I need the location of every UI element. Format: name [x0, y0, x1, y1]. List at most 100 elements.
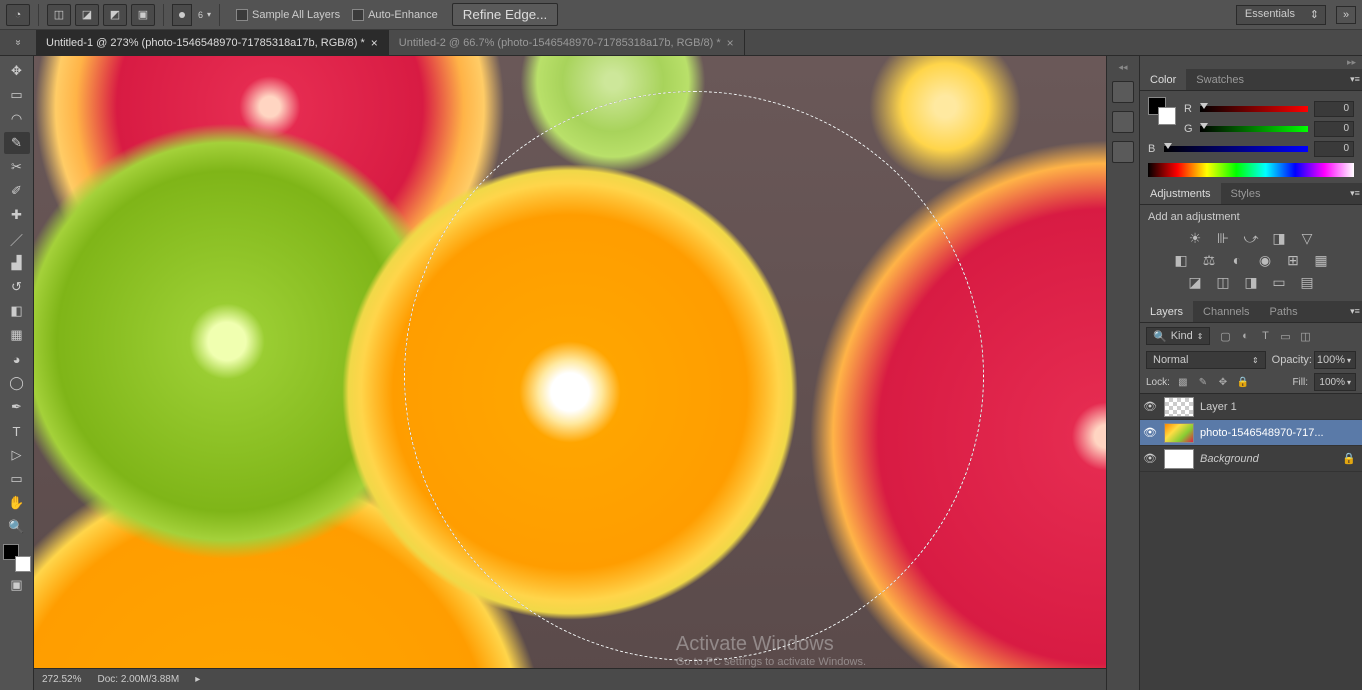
- document-tab-2[interactable]: Untitled-2 @ 66.7% (photo-1546548970-717…: [389, 30, 745, 55]
- selection-intersect-icon[interactable]: ▣: [131, 4, 155, 26]
- bw-icon[interactable]: ◐: [1227, 251, 1247, 269]
- brush-tool-icon[interactable]: ／: [4, 228, 30, 250]
- eyedropper-tool-icon[interactable]: ✐: [4, 180, 30, 202]
- panel-collapse-icon[interactable]: ▸▸: [1140, 56, 1362, 69]
- type-tool-icon[interactable]: T: [4, 420, 30, 442]
- stamp-tool-icon[interactable]: ▟: [4, 252, 30, 274]
- layer-name[interactable]: Layer 1: [1200, 401, 1360, 413]
- auto-enhance-checkbox[interactable]: Auto-Enhance: [352, 9, 438, 21]
- color-swatch-tool[interactable]: [3, 544, 31, 572]
- healing-tool-icon[interactable]: ✚: [4, 204, 30, 226]
- levels-icon[interactable]: ⊪: [1213, 229, 1233, 247]
- path-select-tool-icon[interactable]: ▷: [4, 444, 30, 466]
- blur-tool-icon[interactable]: ◕: [4, 348, 30, 370]
- workspace-switcher[interactable]: Essentials: [1236, 5, 1326, 25]
- sample-all-layers-checkbox[interactable]: Sample All Layers: [236, 9, 340, 21]
- gradient-tool-icon[interactable]: ▦: [4, 324, 30, 346]
- document-tab-1[interactable]: Untitled-1 @ 273% (photo-1546548970-7178…: [36, 30, 389, 55]
- selective-color-icon[interactable]: ▤: [1297, 273, 1317, 291]
- eraser-tool-icon[interactable]: ◧: [4, 300, 30, 322]
- layer-row[interactable]: 👁 photo-1546548970-717...: [1140, 420, 1362, 446]
- gradient-map-icon[interactable]: ▭: [1269, 273, 1289, 291]
- tab-color[interactable]: Color: [1140, 69, 1186, 90]
- visibility-icon[interactable]: 👁: [1142, 400, 1158, 413]
- visibility-icon[interactable]: 👁: [1142, 426, 1158, 439]
- selection-new-icon[interactable]: ◫: [47, 4, 71, 26]
- dock-collapse-icon[interactable]: ◂◂: [1118, 62, 1127, 73]
- tool-preset-icon[interactable]: ◔: [6, 4, 30, 26]
- tab-layers[interactable]: Layers: [1140, 301, 1193, 322]
- filter-type-icon[interactable]: T: [1258, 329, 1272, 343]
- lut-icon[interactable]: ▦: [1311, 251, 1331, 269]
- red-slider[interactable]: [1200, 104, 1308, 114]
- layer-thumb[interactable]: [1164, 397, 1194, 417]
- history-brush-tool-icon[interactable]: ↺: [4, 276, 30, 298]
- filter-smart-icon[interactable]: ◫: [1298, 329, 1312, 343]
- screen-mode-icon[interactable]: ▣: [4, 574, 30, 596]
- tab-adjustments[interactable]: Adjustments: [1140, 183, 1221, 204]
- history-panel-icon[interactable]: [1112, 81, 1134, 103]
- crop-tool-icon[interactable]: ✂: [4, 156, 30, 178]
- panel-menu-icon[interactable]: ▾≡: [1348, 183, 1362, 204]
- tab-styles[interactable]: Styles: [1221, 183, 1271, 204]
- channel-mixer-icon[interactable]: ⊞: [1283, 251, 1303, 269]
- panel-menu-icon[interactable]: ▾≡: [1348, 301, 1362, 322]
- photo-filter-icon[interactable]: ◉: [1255, 251, 1275, 269]
- lock-position-icon[interactable]: ✥: [1216, 375, 1230, 389]
- close-icon[interactable]: ×: [727, 36, 734, 50]
- lock-pixels-icon[interactable]: ✎: [1196, 375, 1210, 389]
- dodge-tool-icon[interactable]: ◯: [4, 372, 30, 394]
- invert-icon[interactable]: ◪: [1185, 273, 1205, 291]
- tab-channels[interactable]: Channels: [1193, 301, 1259, 322]
- hand-tool-icon[interactable]: ✋: [4, 492, 30, 514]
- tab-overflow-icon[interactable]: [0, 30, 36, 55]
- filter-adjust-icon[interactable]: ◐: [1238, 329, 1252, 343]
- marquee-tool-icon[interactable]: ▭: [4, 84, 30, 106]
- hue-icon[interactable]: ◧: [1171, 251, 1191, 269]
- blend-mode-select[interactable]: Normal⇕: [1146, 351, 1266, 369]
- layer-thumb[interactable]: [1164, 423, 1194, 443]
- tab-paths[interactable]: Paths: [1260, 301, 1308, 322]
- red-value[interactable]: 0: [1314, 101, 1354, 117]
- panel-menu-icon[interactable]: ▾≡: [1348, 69, 1362, 90]
- filter-shape-icon[interactable]: ▭: [1278, 329, 1292, 343]
- canvas[interactable]: Activate Windows Go to PC settings to ac…: [34, 56, 1106, 690]
- expand-panels-button[interactable]: »: [1336, 6, 1356, 24]
- green-slider[interactable]: [1200, 124, 1308, 134]
- green-value[interactable]: 0: [1314, 121, 1354, 137]
- color-balance-icon[interactable]: ⚖: [1199, 251, 1219, 269]
- color-swatch[interactable]: [1148, 97, 1176, 125]
- properties-panel-icon[interactable]: [1112, 111, 1134, 133]
- blue-value[interactable]: 0: [1314, 141, 1354, 157]
- curves-icon[interactable]: ⤻: [1241, 229, 1261, 247]
- layer-name[interactable]: photo-1546548970-717...: [1200, 427, 1360, 439]
- zoom-tool-icon[interactable]: 🔍: [4, 516, 30, 538]
- layer-name[interactable]: Background: [1200, 453, 1336, 465]
- refine-edge-button[interactable]: Refine Edge...: [452, 3, 558, 26]
- exposure-icon[interactable]: ◨: [1269, 229, 1289, 247]
- opacity-value[interactable]: 100%▾: [1314, 351, 1356, 369]
- layer-row[interactable]: 👁 Layer 1: [1140, 394, 1362, 420]
- blue-slider[interactable]: [1164, 144, 1308, 154]
- shape-tool-icon[interactable]: ▭: [4, 468, 30, 490]
- move-tool-icon[interactable]: ✥: [4, 60, 30, 82]
- lock-transparency-icon[interactable]: ▩: [1176, 375, 1190, 389]
- vibrance-icon[interactable]: ▽: [1297, 229, 1317, 247]
- close-icon[interactable]: ×: [371, 36, 378, 50]
- selection-add-icon[interactable]: ◪: [75, 4, 99, 26]
- lock-all-icon[interactable]: 🔒: [1236, 375, 1250, 389]
- color-spectrum[interactable]: [1148, 163, 1354, 177]
- pen-tool-icon[interactable]: ✒: [4, 396, 30, 418]
- posterize-icon[interactable]: ◫: [1213, 273, 1233, 291]
- tab-swatches[interactable]: Swatches: [1186, 69, 1254, 90]
- layer-row[interactable]: 👁 Background 🔒: [1140, 446, 1362, 472]
- lasso-tool-icon[interactable]: ◠: [4, 108, 30, 130]
- selection-sub-icon[interactable]: ◩: [103, 4, 127, 26]
- quick-select-tool-icon[interactable]: ✎: [4, 132, 30, 154]
- layer-filter-kind[interactable]: 🔍Kind⇕: [1146, 327, 1210, 345]
- actions-panel-icon[interactable]: [1112, 141, 1134, 163]
- filter-pixel-icon[interactable]: ▢: [1218, 329, 1232, 343]
- layer-thumb[interactable]: [1164, 449, 1194, 469]
- visibility-icon[interactable]: 👁: [1142, 452, 1158, 465]
- fill-value[interactable]: 100%▾: [1314, 373, 1356, 391]
